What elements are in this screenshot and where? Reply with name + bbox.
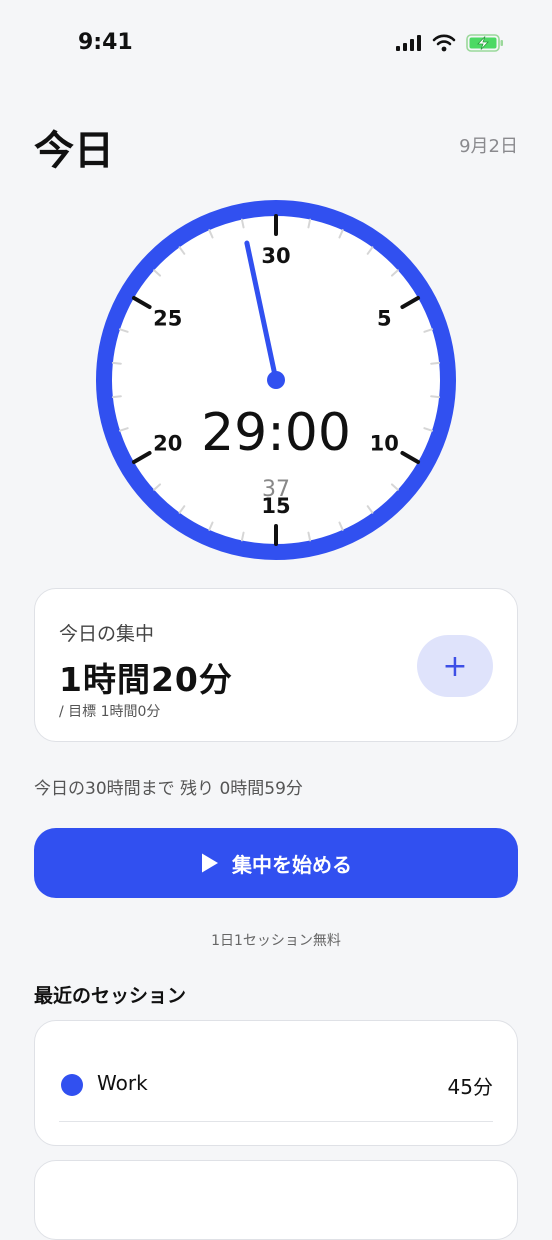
dial-minor-tick [111, 395, 122, 399]
dial-number: 30 [261, 244, 290, 268]
dial-number: 25 [153, 307, 182, 331]
focus-total: 1時間20分 [59, 660, 233, 699]
today-focus-card: 今日の集中 1時間20分 / 目標 1時間0分 + [34, 588, 518, 742]
start-focus-button[interactable]: 集中を始める [34, 828, 518, 898]
session-list-card-next [34, 1160, 518, 1240]
focus-goal: / 目標 1時間0分 [59, 704, 161, 720]
focus-label: 今日の集中 [59, 623, 155, 645]
wifi-icon [432, 34, 456, 52]
dial-minor-tick [430, 395, 441, 399]
status-bar: 9:41 [0, 0, 552, 90]
timer-dial-graphic: 30510152025 29:00 37 [96, 200, 456, 560]
timer-time-display: 29:00 [201, 403, 351, 463]
dial-number: 5 [377, 307, 392, 331]
page-date: 9月2日 [459, 136, 518, 157]
dial-minor-tick [111, 361, 122, 365]
free-session-note: 1日1セッション無料 [211, 933, 341, 949]
session-name: Work [97, 1071, 148, 1095]
dial-minor-tick [430, 361, 441, 365]
play-icon [202, 853, 218, 873]
focus-timer-dial[interactable]: 30 5 10 15 20 25 29:00 37 [96, 200, 456, 560]
status-time: 9:41 [78, 30, 133, 55]
session-color-dot [61, 1074, 83, 1096]
plus-icon: + [442, 648, 468, 684]
recent-sessions-heading: 最近のセッション [34, 985, 187, 1007]
session-list-card: Work 45分 [34, 1020, 518, 1146]
start-button-label: 集中を始める [232, 852, 352, 877]
hand-pivot [267, 371, 285, 389]
dial-number: 10 [370, 432, 399, 456]
session-divider [59, 1121, 493, 1122]
dial-number: 20 [153, 432, 182, 456]
add-focus-button[interactable]: + [417, 635, 493, 697]
page-title: 今日 [34, 128, 114, 174]
remaining-time-text: 今日の30時間まで 残り 0時間59分 [34, 779, 303, 799]
status-icons [396, 34, 504, 52]
timer-seconds-display: 37 [262, 477, 290, 502]
session-row[interactable]: Work 45分 [59, 1061, 493, 1111]
battery-charging-icon [466, 34, 503, 52]
cellular-signal-icon [396, 35, 421, 51]
session-duration: 45分 [447, 1075, 493, 1099]
